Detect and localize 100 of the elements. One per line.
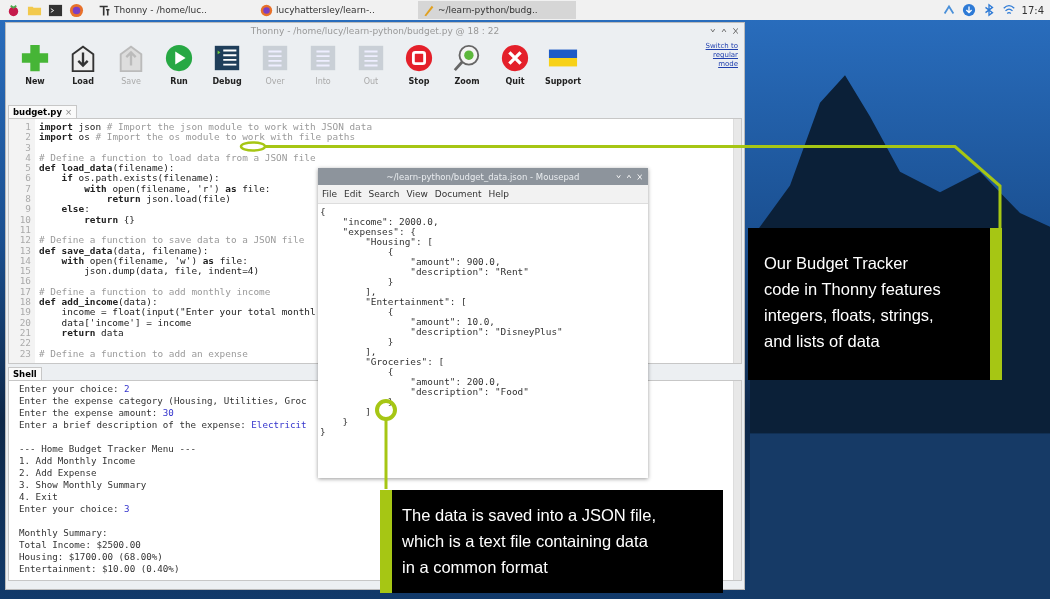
json-text: } [386, 337, 395, 347]
pen-icon [422, 3, 435, 17]
code-text: def add_income(data): [39, 296, 158, 308]
editor-tab[interactable]: budget.py × [8, 105, 78, 118]
scrollbar[interactable] [733, 119, 741, 363]
shell-input-text: 3 [124, 503, 130, 514]
line-number: 15 [18, 266, 32, 277]
shell-output: Housing: $1700.00 (68.00%) [19, 551, 163, 562]
wifi-icon[interactable] [1001, 3, 1016, 17]
code-comment: # Import the json module to work with JSON data [106, 121, 373, 132]
line-number: 20 [18, 317, 32, 328]
browser-icon [260, 3, 273, 17]
toolbar-button[interactable]: Run [156, 40, 202, 89]
line-number: 8 [24, 194, 32, 205]
code-text: def load_data(filename): [39, 162, 175, 174]
download-icon[interactable] [961, 3, 976, 17]
menu-item[interactable]: Document [434, 189, 482, 199]
toolbar-button[interactable]: Quit [492, 40, 538, 89]
code-text: json.dump(data, file, indent=4) [83, 265, 260, 277]
browser-icon[interactable] [69, 2, 84, 18]
toolbar-button[interactable]: New [12, 40, 58, 89]
plus-icon [20, 43, 50, 73]
x-circle-icon [500, 43, 530, 73]
debug-icon [212, 43, 242, 73]
shell-output: 1. Add Monthly Income [19, 455, 136, 466]
json-text: { [387, 247, 394, 257]
json-text: "Entertainment": [ [364, 297, 468, 307]
json-text: ], [364, 347, 378, 357]
toolbar-button[interactable]: Stop [396, 40, 442, 89]
step-icon [308, 43, 338, 73]
stop-icon [404, 43, 434, 73]
circle-marker [239, 141, 267, 152]
code-text: data['income'] = income [60, 316, 192, 328]
taskbar-task[interactable]: lucyhattersley/learn-.. [256, 1, 414, 19]
scrollbar[interactable] [733, 381, 741, 580]
menu-item[interactable]: Help [488, 189, 509, 199]
close-tab-button[interactable]: × [65, 107, 73, 117]
menu-item[interactable]: Edit [344, 189, 362, 199]
line-number: 19 [18, 307, 32, 318]
line-number: 14 [18, 255, 32, 267]
shell-output: 3. Show Monthly Summary [19, 479, 147, 490]
line-number: 5 [24, 163, 32, 174]
line-number: 11 [18, 224, 32, 236]
taskbar-task[interactable]: ~/learn-python/budg.. [418, 1, 576, 19]
code-text: return data [60, 326, 124, 338]
shell-input-text: 30 [162, 407, 174, 418]
json-text: "description": "DisneyPlus" [409, 327, 564, 337]
line-number: 12 [18, 235, 32, 246]
line-number: 3 [24, 142, 32, 153]
shell-tab[interactable]: Shell [8, 367, 42, 380]
toolbar-button[interactable]: Debug [204, 40, 250, 89]
code-comment: # Define a function to add monthly income [39, 285, 271, 297]
raspberry-icon[interactable] [6, 2, 21, 18]
json-text: } [341, 417, 350, 427]
toolbar-button[interactable]: Load [60, 40, 106, 89]
json-text: "description": "Rent" [409, 267, 530, 277]
code-text: with open(filename, 'r') as file: [84, 182, 271, 194]
code-comment: # Define a function to load data from a JSON file [39, 151, 316, 163]
json-text: "income": 2000.0, [341, 217, 440, 227]
line-number: 6 [24, 173, 32, 184]
json-text: "amount": 900.0, [409, 257, 502, 267]
json-text: } [386, 277, 395, 287]
toolbar-button[interactable]: Zoom [444, 40, 490, 89]
toolbar-button[interactable]: Support [540, 40, 586, 89]
shell-input-text: 2 [124, 383, 130, 394]
json-text: "expenses": { [341, 227, 417, 237]
shell-output: 2. Add Expense [19, 467, 97, 478]
json-text: "Housing": [ [365, 237, 434, 247]
json-text: { [320, 207, 327, 217]
shell-input-text: Electricit [251, 419, 307, 430]
window-title: Thonny - /home/lucy/learn-python/budget.py @ 18 : 22 [250, 25, 500, 36]
code-text: return {} [83, 213, 135, 225]
json-text: "description": "Food" [409, 387, 530, 397]
line-number: 23 [18, 348, 32, 359]
line-number: 17 [18, 286, 32, 298]
json-text: "amount": 200.0, [409, 377, 502, 387]
line-number: 7 [24, 183, 32, 195]
step-icon [356, 43, 386, 73]
clock: 17:4 [1021, 4, 1044, 16]
magnifier-icon [452, 43, 482, 73]
line-number: 9 [24, 204, 32, 215]
line-number: 10 [18, 214, 32, 225]
code-text: return json.load(file) [105, 193, 231, 205]
menu-item[interactable]: Search [368, 189, 400, 199]
code-text: import json [39, 121, 103, 132]
callout-text: Our Budget Tracker code in Thonny features integers, floats, strings, and lists of data [764, 253, 942, 352]
json-text: } [320, 427, 327, 437]
play-icon [164, 43, 194, 73]
terminal-icon[interactable] [48, 2, 63, 18]
line-number: 21 [18, 327, 32, 339]
step-icon [260, 43, 290, 73]
shell-output: 4. Exit [19, 491, 58, 502]
menu-item[interactable]: View [406, 189, 428, 199]
menu-item[interactable]: File [322, 189, 338, 199]
taskbar-task[interactable]: Thonny - /home/luc.. [94, 1, 252, 19]
circle-marker [375, 399, 397, 421]
line-number: 2 [24, 132, 32, 143]
window-controls-icon[interactable] [710, 27, 738, 35]
json-text: "Groceries": [ [364, 357, 446, 367]
shell-output: Entertainment: $10.00 (0.40%) [19, 563, 180, 574]
